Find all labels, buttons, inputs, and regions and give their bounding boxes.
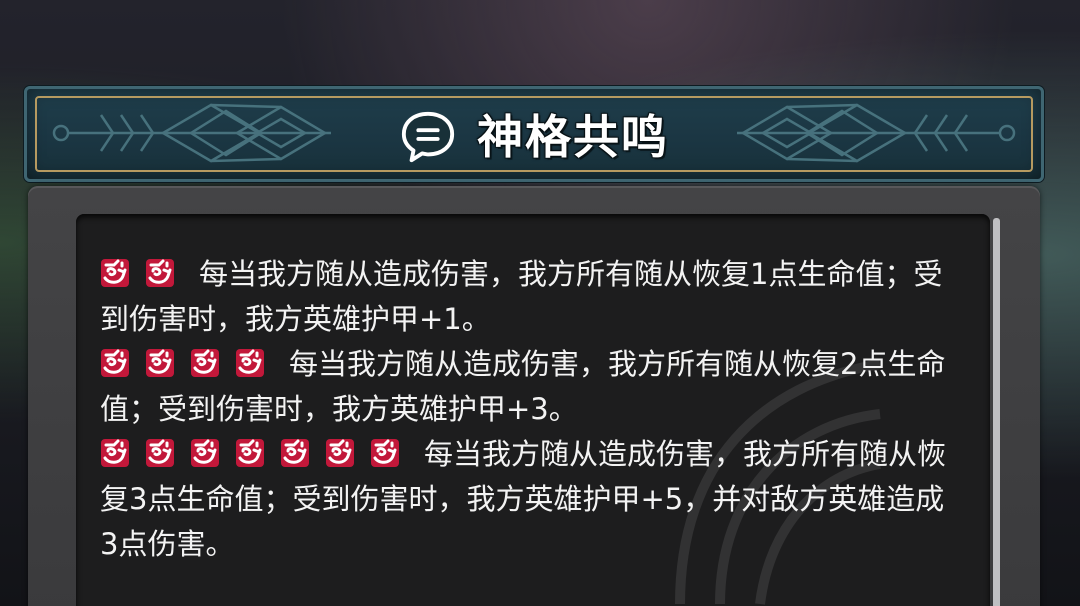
tier-3: 每当我方随从造成伤害，我方所有随从恢复3点生命值；受到伤害时，我方英雄护甲+5，… (100, 432, 950, 567)
deity-emblem-icon (326, 439, 354, 467)
tier-3-marks (100, 437, 424, 471)
title-banner: 神格共鸣 (24, 86, 1044, 182)
deity-emblem-icon (236, 439, 264, 467)
title-group: 神格共鸣 (27, 89, 1041, 179)
deity-emblem-icon (281, 439, 309, 467)
effect-description-box: 每当我方随从造成伤害，我方所有随从恢复1点生命值；受到伤害时，我方英雄护甲+1。… (76, 214, 990, 606)
deity-emblem-icon (146, 439, 174, 467)
deity-emblem-icon (101, 259, 129, 287)
scrollbar[interactable] (993, 218, 1000, 606)
tier-2-marks (100, 347, 289, 381)
tier-list: 每当我方随从造成伤害，我方所有随从恢复1点生命值；受到伤害时，我方英雄护甲+1。… (100, 252, 950, 567)
deity-emblem-icon (101, 439, 129, 467)
speech-bubble-icon (401, 111, 455, 163)
deity-emblem-icon (101, 349, 129, 377)
deity-emblem-icon (371, 439, 399, 467)
tier-2: 每当我方随从造成伤害，我方所有随从恢复2点生命值；受到伤害时，我方英雄护甲+3。 (100, 342, 950, 432)
deity-emblem-icon (146, 259, 174, 287)
page-title: 神格共鸣 (477, 110, 669, 164)
deity-emblem-icon (236, 349, 264, 377)
deity-emblem-icon (191, 439, 219, 467)
tier-1: 每当我方随从造成伤害，我方所有随从恢复1点生命值；受到伤害时，我方英雄护甲+1。 (100, 252, 950, 342)
tier-1-text: 每当我方随从造成伤害，我方所有随从恢复1点生命值；受到伤害时，我方英雄护甲+1。 (100, 257, 943, 336)
tier-1-marks (100, 257, 199, 291)
deity-emblem-icon (191, 349, 219, 377)
deity-emblem-icon (146, 349, 174, 377)
